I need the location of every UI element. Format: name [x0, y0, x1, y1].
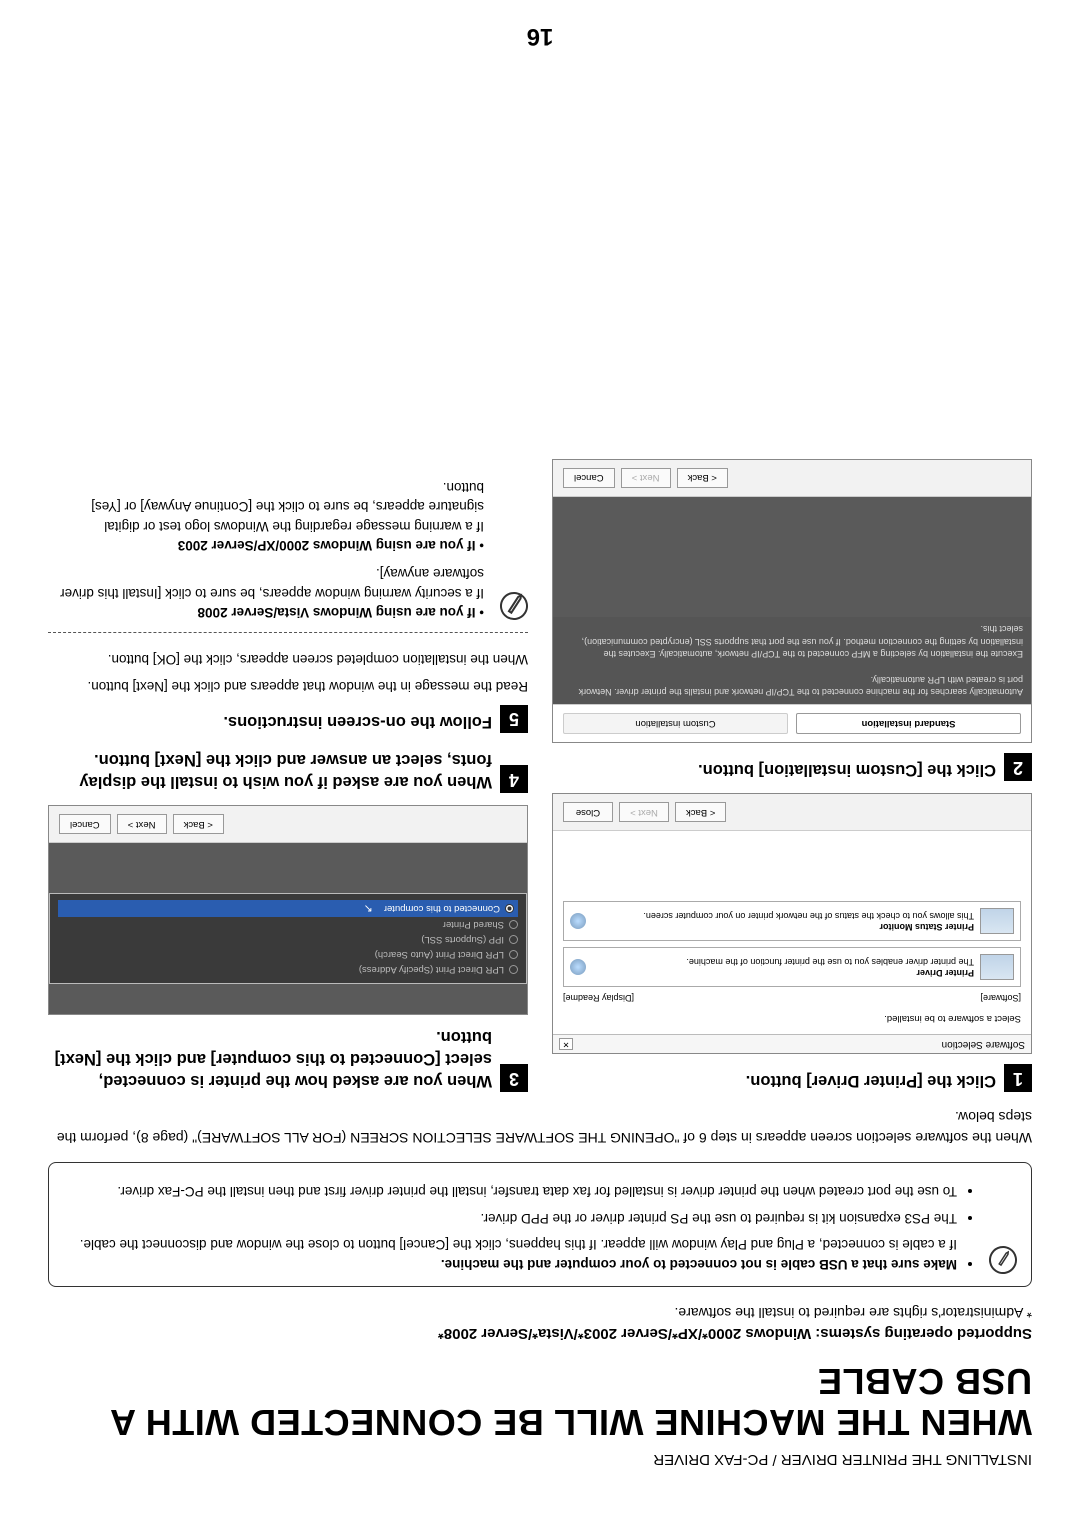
page-title: WHEN THE MACHINE WILL BE CONNECTED WITH … [48, 1360, 1032, 1443]
step-3-text: When you are asked how the printer is co… [48, 1025, 492, 1092]
pencil-note-icon [497, 590, 530, 623]
printer-driver-icon [980, 954, 1014, 980]
step5-para1: Read the message in the window that appe… [48, 676, 528, 695]
step-number-2: 2 [1004, 753, 1032, 781]
step-2-text: Click the [Custom installation] button. [698, 753, 996, 781]
label-readme: [Display Readme] [563, 993, 634, 1003]
dialog-subtitle: Select a software to be installed. [563, 1013, 1021, 1024]
os-note-vista: • If you are using Windows Vista/Server … [48, 563, 484, 622]
step5-para2: When the installation completed screen a… [48, 649, 528, 668]
option-title: Custom installation [566, 718, 785, 729]
row-title: Printer Status Monitor [879, 922, 974, 932]
divider [48, 632, 528, 633]
option-title: Standard installation [799, 718, 1018, 729]
cancel-button[interactable]: Cancel [59, 814, 111, 834]
supported-os: Supported operating systems: Windows 200… [48, 1325, 1032, 1342]
back-button[interactable]: < Back [675, 802, 726, 822]
software-selection-dialog: Software Selection ✕ Select a software t… [552, 793, 1032, 1054]
info-icon[interactable] [570, 959, 586, 975]
right-column: 3 When you are asked how the printer is … [48, 447, 528, 1093]
radio-option[interactable]: IPP (Supports SSL) [58, 932, 518, 947]
step-number-1: 1 [1004, 1064, 1032, 1092]
radio-label: Connected to this computer [384, 903, 500, 914]
radio-label: LPR Direct Print (Specify Address) [359, 964, 504, 975]
radio-option[interactable]: LPR Direct Print (Auto Search) [58, 947, 518, 962]
intro-paragraph: When the software selection screen appea… [48, 1106, 1032, 1148]
row-desc: The printer driver enables you to use th… [686, 957, 974, 967]
os-note-2000xp: • If you are using Windows 2000/XP/Serve… [48, 477, 484, 555]
installation-type-dialog: Standard installation Custom installatio… [552, 459, 1032, 744]
info-icon[interactable] [570, 913, 586, 929]
page-number: 16 [527, 22, 554, 50]
label-software: [Software] [980, 993, 1021, 1003]
callout-item: Make sure that a USB cable is not connec… [65, 1234, 957, 1275]
row-desc: This allows you to check the status of t… [643, 911, 974, 921]
custom-install-option[interactable]: Custom installation [563, 713, 788, 734]
radio-label: IPP (Supports SSL) [421, 934, 504, 945]
back-button[interactable]: < Back [677, 468, 728, 488]
step-number-5: 5 [500, 705, 528, 733]
step-1-text: Click the [Printer Driver] button. [746, 1064, 996, 1092]
back-button[interactable]: < Back [173, 814, 224, 834]
radio-option[interactable]: Shared Printer [58, 917, 518, 932]
admin-note: * Administrator's rights are required to… [48, 1305, 1032, 1321]
callout-item: To use the port created when the printer… [65, 1181, 957, 1201]
printer-driver-row[interactable]: Printer DriverThe printer driver enables… [563, 947, 1021, 987]
header-path: INSTALLING THE PRINTER DRIVER / PC-FAX D… [48, 1451, 1032, 1468]
option-desc: Automatically searches for the machine c… [553, 617, 1031, 705]
step-number-3: 3 [500, 1064, 528, 1092]
next-button: Next > [621, 468, 671, 488]
standard-install-option[interactable]: Standard installation [796, 713, 1021, 734]
close-icon[interactable]: ✕ [559, 1038, 573, 1050]
radio-option-selected[interactable]: Connected to this computer ↖ [58, 900, 518, 917]
callout-text: If a cable is connected, a Plug and Play… [80, 1237, 957, 1252]
callout-bold: Make sure that a USB cable is not connec… [441, 1257, 957, 1272]
callout-item: The PS3 expansion kit is required to use… [65, 1207, 957, 1227]
cancel-button[interactable]: Cancel [563, 468, 615, 488]
radio-option[interactable]: LPR Direct Print (Specify Address) [58, 962, 518, 977]
radio-label: LPR Direct Print (Auto Search) [375, 949, 504, 960]
warning-callout: Make sure that a USB cable is not connec… [48, 1162, 1032, 1287]
pencil-note-icon [986, 1244, 1019, 1277]
step-number-4: 4 [500, 765, 528, 793]
status-monitor-row[interactable]: Printer Status MonitorThis allows you to… [563, 901, 1021, 941]
row-title: Printer Driver [916, 968, 974, 978]
step-4-text: When you are asked if you wish to instal… [48, 749, 492, 794]
close-button[interactable]: Close [563, 802, 613, 822]
next-button: Next > [619, 802, 669, 822]
next-button[interactable]: Next > [117, 814, 167, 834]
left-column: 1 Click the [Printer Driver] button. Sof… [552, 447, 1032, 1093]
connection-method-dialog: LPR Direct Print (Specify Address) LPR D… [48, 805, 528, 1015]
cursor-icon: ↖ [364, 902, 373, 915]
status-monitor-icon [980, 908, 1014, 934]
radio-label: Shared Printer [443, 919, 504, 930]
dialog-title: Software Selection [942, 1039, 1025, 1050]
step-5-text: Follow the on-screen instructions. [223, 705, 492, 733]
